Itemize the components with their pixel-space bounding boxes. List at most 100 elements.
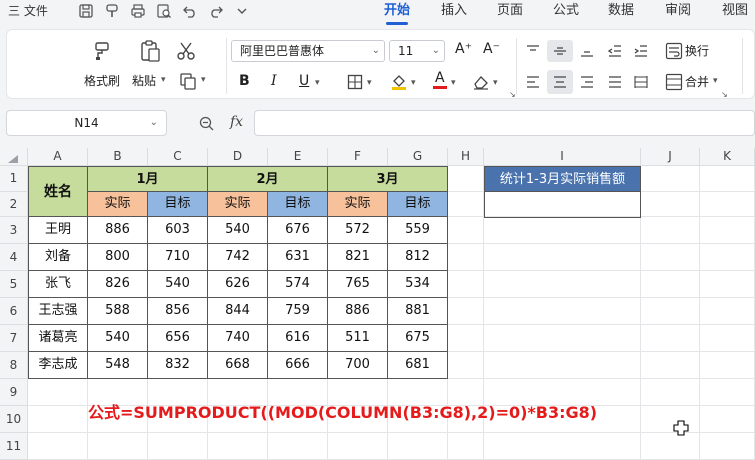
month-header-3[interactable]: 3月: [328, 166, 448, 192]
row-header-5[interactable]: 5: [0, 271, 28, 298]
value-cell[interactable]: 881: [388, 298, 448, 325]
cut-icon[interactable]: [176, 41, 196, 61]
merge-cells-label[interactable]: 合并: [685, 73, 709, 90]
align-center-icon[interactable]: [552, 75, 568, 89]
value-cell[interactable]: 676: [268, 217, 328, 244]
distributed-icon[interactable]: [633, 75, 649, 89]
summary-header[interactable]: 统计1-3月实际销售额: [484, 166, 641, 192]
value-cell[interactable]: 603: [148, 217, 208, 244]
value-cell[interactable]: 759: [268, 298, 328, 325]
wrap-text-icon[interactable]: [665, 42, 683, 60]
preview-icon[interactable]: [156, 3, 172, 19]
value-cell[interactable]: 886: [328, 298, 388, 325]
value-cell[interactable]: 656: [148, 325, 208, 352]
value-cell[interactable]: 856: [148, 298, 208, 325]
print-icon[interactable]: [130, 3, 146, 19]
row-header-1[interactable]: 1: [0, 166, 28, 192]
justify-icon[interactable]: [607, 75, 623, 89]
shrink-font-button[interactable]: A⁻: [483, 41, 500, 57]
border-dropdown-icon[interactable]: ▾: [367, 78, 372, 88]
align-right-icon[interactable]: [579, 75, 595, 89]
spreadsheet-grid[interactable]: A B C D E F G H I J K 1 2 3 4 5 6 7 8 9 10 11 姓名 1月 2月 3月 实际 …: [0, 148, 755, 460]
value-cell[interactable]: 844: [208, 298, 268, 325]
grow-font-button[interactable]: A⁺: [455, 41, 472, 57]
font-name-select[interactable]: 阿里巴巴普惠体 ⌄: [231, 40, 385, 62]
value-cell[interactable]: 548: [88, 352, 148, 379]
bold-button[interactable]: B: [239, 73, 250, 89]
column-header-a[interactable]: A: [28, 148, 88, 166]
wrap-text-label[interactable]: 换行: [685, 42, 709, 59]
underline-dropdown-icon[interactable]: ▾: [315, 78, 320, 88]
name-cell[interactable]: 王明: [28, 217, 88, 244]
font-dialog-launcher-icon[interactable]: ↘: [509, 90, 516, 99]
column-header-d[interactable]: D: [208, 148, 268, 166]
align-dialog-launcher-icon[interactable]: ↘: [721, 90, 728, 99]
merge-cells-icon[interactable]: [665, 73, 683, 91]
indent-increase-icon[interactable]: [633, 44, 649, 58]
zoom-icon[interactable]: [199, 116, 214, 131]
select-all-icon[interactable]: [8, 155, 18, 163]
font-color-dropdown-icon[interactable]: ▾: [451, 78, 456, 88]
value-cell[interactable]: 511: [328, 325, 388, 352]
sub-header-actual[interactable]: 实际: [328, 192, 388, 217]
value-cell[interactable]: 616: [268, 325, 328, 352]
value-cell[interactable]: 681: [388, 352, 448, 379]
row-header-8[interactable]: 8: [0, 352, 28, 379]
save-icon[interactable]: [78, 3, 94, 19]
value-cell[interactable]: 821: [328, 244, 388, 271]
value-cell[interactable]: 574: [268, 271, 328, 298]
sub-header-actual[interactable]: 实际: [208, 192, 268, 217]
value-cell[interactable]: 700: [328, 352, 388, 379]
tab-view[interactable]: 视图: [722, 0, 748, 26]
eraser-icon[interactable]: [472, 74, 490, 90]
value-cell[interactable]: 631: [268, 244, 328, 271]
value-cell[interactable]: 812: [388, 244, 448, 271]
column-header-c[interactable]: C: [148, 148, 208, 166]
column-header-k[interactable]: K: [700, 148, 755, 166]
fill-color-icon[interactable]: [390, 72, 408, 90]
align-middle-icon[interactable]: [552, 44, 568, 58]
tab-insert[interactable]: 插入: [441, 0, 467, 26]
fx-icon[interactable]: fx: [230, 114, 243, 130]
column-header-b[interactable]: B: [88, 148, 148, 166]
format-painter-label[interactable]: 格式刷: [84, 72, 120, 89]
value-cell[interactable]: 765: [328, 271, 388, 298]
font-size-select[interactable]: 11 ⌄: [389, 40, 445, 62]
paste-icon[interactable]: [138, 39, 162, 63]
paste-label[interactable]: 粘贴: [132, 72, 156, 89]
name-cell[interactable]: 李志成: [28, 352, 88, 379]
tab-page[interactable]: 页面: [497, 0, 523, 26]
row-header-11[interactable]: 11: [0, 433, 28, 460]
column-header-e[interactable]: E: [268, 148, 328, 166]
indent-decrease-icon[interactable]: [607, 44, 623, 58]
value-cell[interactable]: 740: [208, 325, 268, 352]
align-bottom-icon[interactable]: [579, 44, 595, 58]
sub-header-actual[interactable]: 实际: [88, 192, 148, 217]
value-cell[interactable]: 540: [148, 271, 208, 298]
column-header-i[interactable]: I: [484, 148, 641, 166]
row-header-7[interactable]: 7: [0, 325, 28, 352]
italic-button[interactable]: I: [271, 73, 277, 89]
value-cell[interactable]: 534: [388, 271, 448, 298]
name-cell[interactable]: 诸葛亮: [28, 325, 88, 352]
value-cell[interactable]: 540: [88, 325, 148, 352]
value-cell[interactable]: 832: [148, 352, 208, 379]
column-header-g[interactable]: G: [388, 148, 448, 166]
formula-input[interactable]: [254, 110, 755, 136]
eraser-dropdown-icon[interactable]: ▾: [493, 78, 498, 88]
align-top-icon[interactable]: [525, 44, 541, 58]
value-cell[interactable]: 800: [88, 244, 148, 271]
value-cell[interactable]: 540: [208, 217, 268, 244]
value-cell[interactable]: 710: [148, 244, 208, 271]
row-header-2[interactable]: 2: [0, 192, 28, 217]
value-cell[interactable]: 668: [208, 352, 268, 379]
row-header-3[interactable]: 3: [0, 217, 28, 244]
sub-header-target[interactable]: 目标: [388, 192, 448, 217]
row-header-6[interactable]: 6: [0, 298, 28, 325]
value-cell[interactable]: 675: [388, 325, 448, 352]
brush-icon[interactable]: [104, 3, 120, 19]
value-cell[interactable]: 666: [268, 352, 328, 379]
column-header-j[interactable]: J: [641, 148, 700, 166]
fill-color-dropdown-icon[interactable]: ▾: [411, 78, 416, 88]
sub-header-target[interactable]: 目标: [148, 192, 208, 217]
